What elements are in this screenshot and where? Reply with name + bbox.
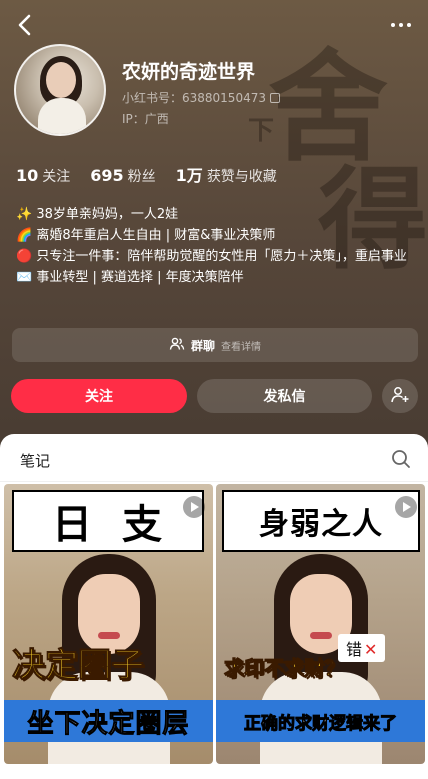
search-icon[interactable] — [390, 448, 412, 470]
group-chat-detail: 查看详情 — [221, 341, 261, 353]
avatar[interactable] — [14, 44, 106, 136]
message-button[interactable]: 发私信 — [197, 379, 372, 413]
stat-followers[interactable]: 695 粉丝 — [90, 166, 155, 186]
group-chat-bar[interactable]: 群聊 查看详情 — [12, 328, 418, 362]
card-band: 坐下决定圈层 — [4, 700, 213, 742]
card-title: 身弱之人 — [222, 490, 420, 552]
note-card[interactable]: 日支 决定圈子 坐下决定圈层 — [4, 484, 213, 764]
stat-label: 粉丝 — [127, 169, 156, 185]
back-arrow-icon[interactable] — [10, 10, 40, 40]
bio-line: ✨ 38岁单亲妈妈，一人2娃 — [16, 207, 179, 222]
card-title: 日支 — [12, 490, 204, 552]
ip-location: IP：广西 — [122, 112, 169, 126]
cross-icon: ✕ — [364, 640, 378, 659]
stat-value: 695 — [90, 166, 124, 185]
card-highlight: 决定圈子 — [12, 645, 145, 685]
notes-panel: 笔记 日支 决定圈子 坐下决定圈层 身弱之人 错 ✕ 求印不求财？ 正确的求财逻… — [0, 434, 428, 779]
bio-line: 🌈 离婚8年重启人生自由 | 财富&事业决策师 — [16, 228, 276, 243]
tab-notes[interactable]: 笔记 — [20, 450, 50, 471]
wrong-tag: 错 ✕ — [338, 634, 386, 662]
copy-icon[interactable] — [269, 93, 280, 103]
more-dots-icon[interactable] — [386, 10, 416, 40]
redbook-id-text: 小红书号：63880150473 — [122, 91, 266, 105]
wrong-tag-text: 错 — [346, 640, 363, 659]
card-highlight: 求印不求财？ — [224, 656, 345, 681]
profile-stats: 10 关注 695 粉丝 1万 获赞与收藏 — [16, 162, 277, 186]
bio-line: 🔴 只专注一件事：陪伴帮助觉醒的女性用「愿力＋决策」，重启事业 — [16, 249, 407, 264]
stat-value: 1万 — [175, 166, 203, 185]
stat-value: 10 — [16, 166, 39, 185]
group-chat-label: 群聊 — [190, 338, 215, 353]
stat-following[interactable]: 10 关注 — [16, 166, 70, 186]
stat-label: 关注 — [42, 169, 71, 185]
redbook-id[interactable]: 小红书号：63880150473 — [122, 89, 280, 106]
profile-screen: 舍 得 下 农妍的奇迹世界 小红书号：63880150473 IP：广西 10 关… — [0, 0, 428, 779]
add-user-button[interactable] — [382, 379, 418, 413]
play-icon — [395, 496, 417, 518]
follow-button[interactable]: 关注 — [11, 379, 187, 413]
add-user-icon — [390, 386, 410, 407]
profile-bio: ✨ 38岁单亲妈妈，一人2娃 🌈 离婚8年重启人生自由 | 财富&事业决策师 🔴… — [16, 204, 416, 288]
notes-tab-row: 笔记 — [0, 434, 428, 482]
group-chat-icon — [169, 336, 185, 355]
profile-actions: 关注 发私信 — [11, 379, 418, 413]
note-card[interactable]: 身弱之人 错 ✕ 求印不求财？ 正确的求财逻辑来了 — [216, 484, 425, 764]
play-icon — [183, 496, 205, 518]
profile-nickname: 农妍的奇迹世界 — [122, 61, 256, 83]
stat-likes[interactable]: 1万 获赞与收藏 — [176, 162, 277, 186]
top-bar — [0, 6, 428, 46]
calligraphy-char: 下 — [248, 116, 275, 146]
card-band: 正确的求财逻辑来了 — [216, 700, 425, 742]
bio-line: ✉️ 事业转型 | 赛道选择 | 年度决策陪伴 — [16, 270, 244, 285]
stat-label: 获赞与收藏 — [206, 169, 277, 185]
